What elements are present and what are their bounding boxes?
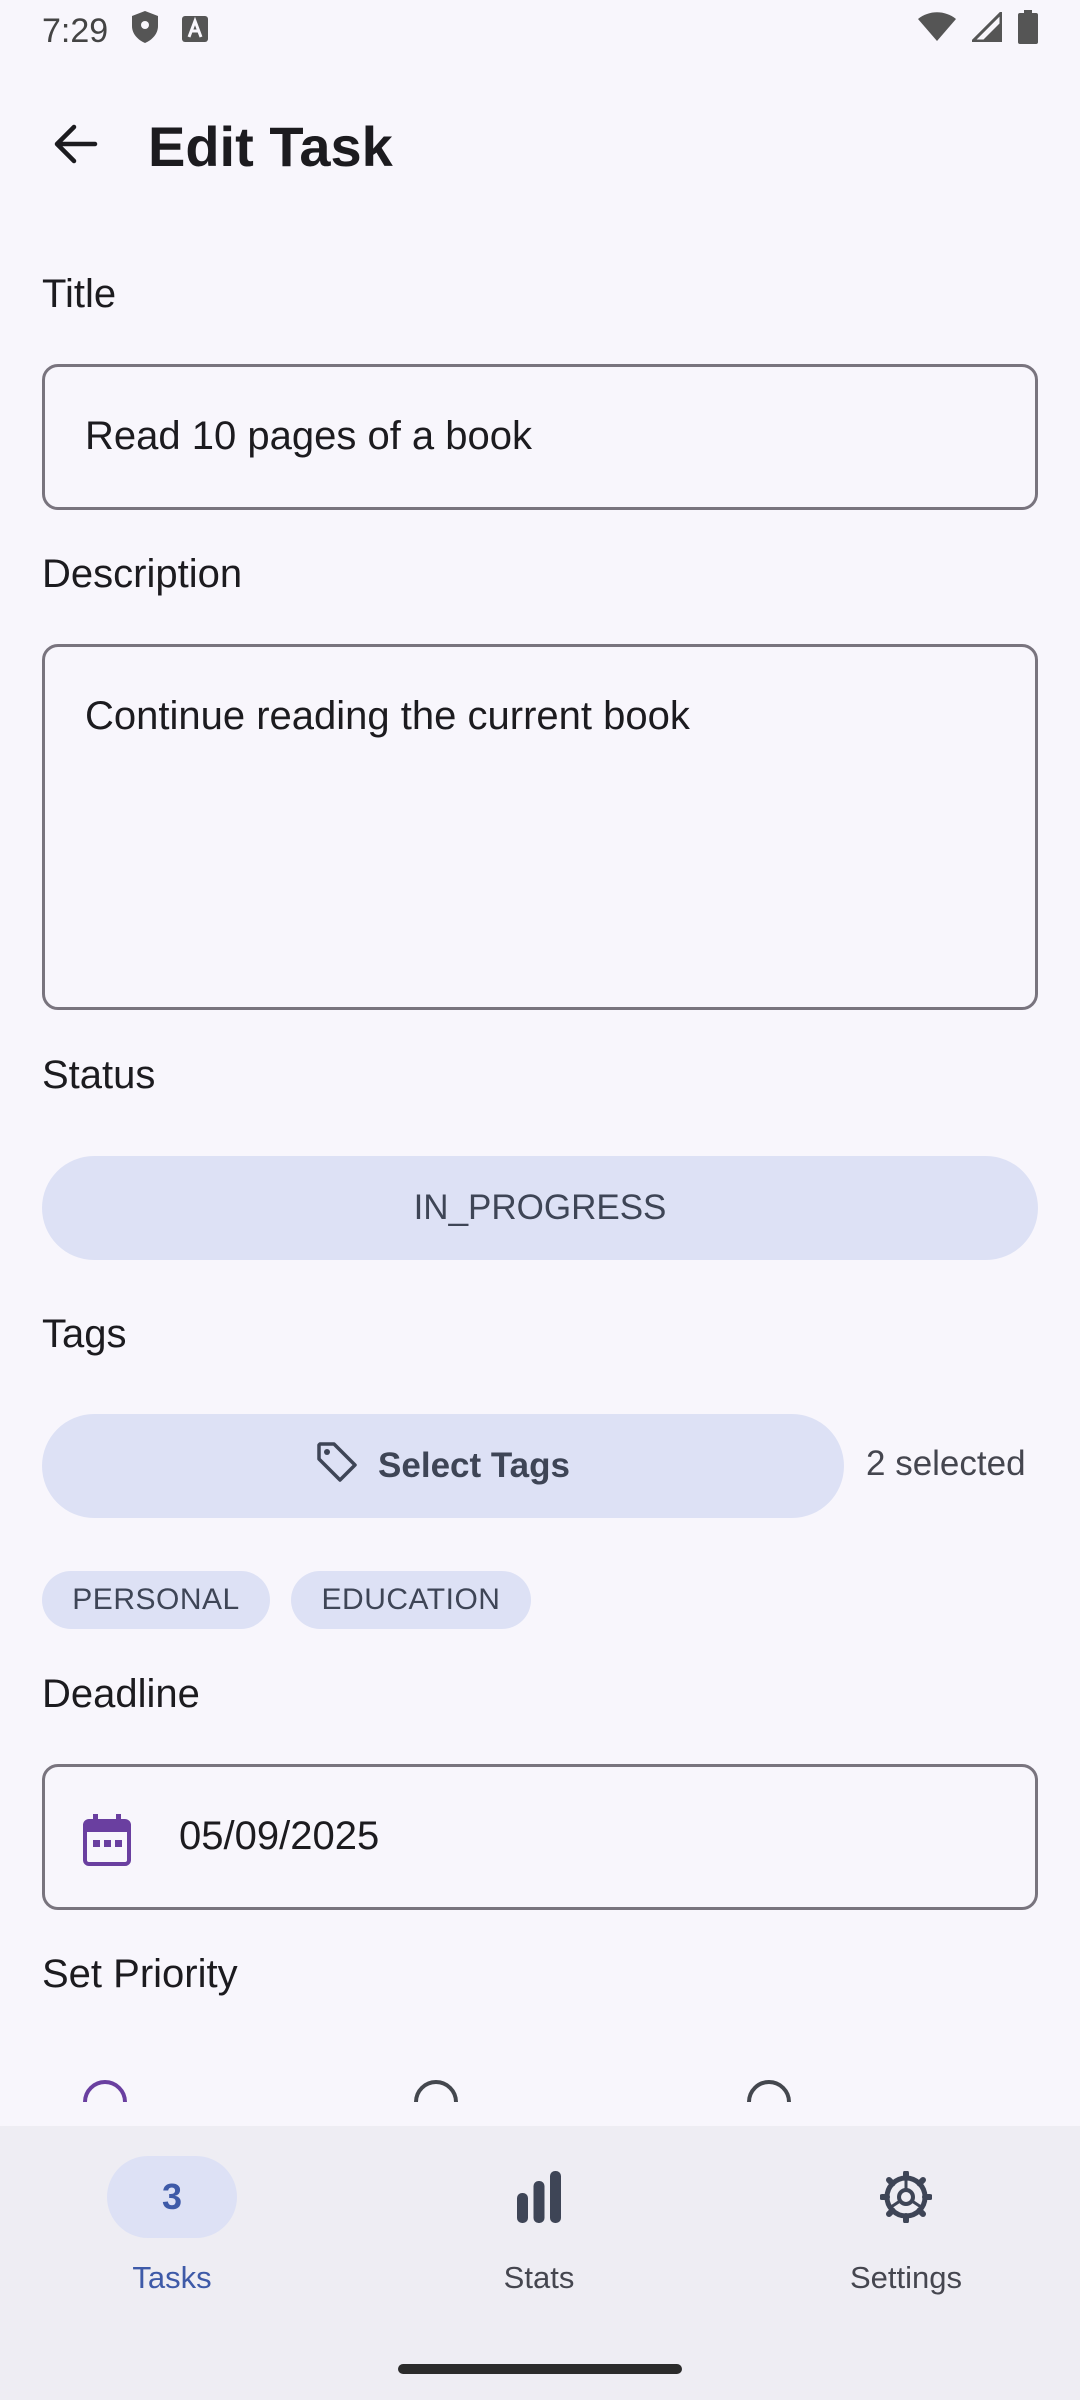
nav-label-settings: Settings xyxy=(849,2260,962,2295)
page-title: Edit Task xyxy=(148,114,393,178)
arrow-back-icon xyxy=(52,121,98,172)
status-time: 7:29 xyxy=(42,11,109,50)
title-field[interactable]: Read 10 pages of a book xyxy=(42,364,1038,510)
tag-icon xyxy=(316,1441,358,1492)
description-label: Description xyxy=(42,552,243,596)
status-label: Status xyxy=(42,1053,156,1097)
calendar-icon[interactable] xyxy=(83,1814,131,1871)
gesture-handle xyxy=(398,2364,682,2374)
status-value: IN_PROGRESS xyxy=(413,1188,667,1227)
tag-chip: PERSONAL xyxy=(42,1571,270,1629)
tags-label: Tags xyxy=(42,1312,127,1356)
title-label: Title xyxy=(42,272,117,316)
nav-label-stats: Stats xyxy=(503,2260,575,2295)
description-input-value: Continue reading the current book xyxy=(85,694,690,738)
nav-item-settings[interactable]: Settings xyxy=(798,2156,1058,2316)
tag-chip: EDUCATION xyxy=(291,1571,531,1629)
tasks-count: 3 xyxy=(161,2176,183,2217)
top-app-bar: Edit Task xyxy=(0,90,1080,202)
nav-item-stats[interactable]: Stats xyxy=(431,2156,691,2316)
deadline-label: Deadline xyxy=(42,1672,200,1716)
priority-label: Set Priority xyxy=(42,1952,238,1996)
bar-chart-icon xyxy=(474,2156,604,2238)
priority-radio[interactable] xyxy=(414,2080,458,2102)
status-bar: 7:29 xyxy=(0,0,1080,62)
shield-icon xyxy=(130,10,160,53)
select-tags-label: Select Tags xyxy=(378,1446,570,1485)
tags-selected-count: 2 selected xyxy=(866,1444,1026,1483)
title-input-value: Read 10 pages of a book xyxy=(85,414,533,458)
wifi-icon xyxy=(918,11,956,51)
settings-gear-icon xyxy=(841,2156,971,2238)
nav-label-tasks: Tasks xyxy=(132,2260,212,2295)
nav-item-tasks[interactable]: 3 Tasks xyxy=(64,2156,324,2316)
font-a-icon xyxy=(182,12,209,51)
priority-radio[interactable] xyxy=(83,2080,127,2102)
priority-radio[interactable] xyxy=(747,2080,791,2102)
description-field[interactable]: Continue reading the current book xyxy=(42,644,1038,1010)
deadline-field[interactable]: 05/09/2025 xyxy=(42,1764,1038,1910)
tasks-badge: 3 xyxy=(107,2156,237,2238)
battery-icon xyxy=(1018,9,1038,53)
select-tags-button[interactable]: Select Tags xyxy=(42,1414,844,1518)
signal-icon xyxy=(969,8,1003,51)
tag-chip-label: PERSONAL xyxy=(72,1583,240,1616)
tag-chip-label: EDUCATION xyxy=(321,1583,501,1616)
status-button[interactable]: IN_PROGRESS xyxy=(42,1156,1038,1260)
bottom-navigation: 3 Tasks Stats Settings xyxy=(0,2126,1080,2400)
back-button[interactable] xyxy=(30,101,120,191)
deadline-value: 05/09/2025 xyxy=(179,1814,380,1858)
